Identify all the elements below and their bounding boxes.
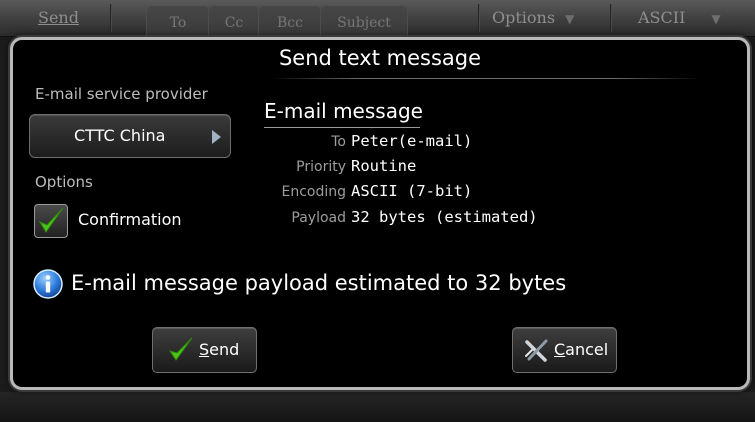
options-dropdown-label: Options xyxy=(492,8,556,27)
toolbar-divider xyxy=(110,4,112,32)
checkmark-icon xyxy=(38,207,64,233)
confirmation-checkbox[interactable] xyxy=(34,204,68,238)
detail-key-encoding: Encoding xyxy=(281,184,346,200)
toolbar-send-button[interactable]: Send xyxy=(38,0,79,36)
toolbar-divider xyxy=(610,4,612,32)
compose-toolbar: Send To Cc Bcc Subject Options ▼ ASCII ▼ xyxy=(0,0,755,37)
detail-value-encoding: ASCII (7-bit) xyxy=(351,182,473,200)
detail-value-to: Peter(e-mail) xyxy=(351,132,473,150)
provider-section-label: E-mail service provider xyxy=(35,85,208,103)
chevron-down-icon: ▼ xyxy=(711,12,721,26)
detail-key-payload: Payload xyxy=(291,210,346,226)
payload-info-message: E-mail message payload estimated to 32 b… xyxy=(71,271,567,295)
encoding-dropdown[interactable]: ASCII ▼ xyxy=(638,0,721,36)
detail-key-priority: Priority xyxy=(296,159,346,175)
bottom-bar xyxy=(0,392,755,422)
provider-selector-button[interactable]: CTTC China xyxy=(29,114,231,158)
title-divider xyxy=(271,78,701,79)
send-button[interactable]: Send xyxy=(152,327,257,373)
email-message-heading: E-mail message xyxy=(264,99,423,123)
cancel-button[interactable]: Cancel xyxy=(512,327,617,373)
tab-to[interactable]: To xyxy=(146,6,210,36)
options-section-label: Options xyxy=(35,173,93,191)
options-dropdown[interactable]: Options ▼ xyxy=(492,0,574,36)
send-button-label: Send xyxy=(199,340,240,359)
detail-value-priority: Routine xyxy=(351,157,417,175)
checkmark-icon xyxy=(168,337,193,361)
tab-cc[interactable]: Cc xyxy=(208,6,260,36)
tab-bcc[interactable]: Bcc xyxy=(258,6,322,36)
detail-key-to: To xyxy=(331,134,346,150)
send-text-message-dialog: Send text message E-mail service provide… xyxy=(10,37,750,390)
cross-icon xyxy=(525,339,548,362)
provider-value: CTTC China xyxy=(74,126,166,145)
tab-subject[interactable]: Subject xyxy=(320,6,408,36)
toolbar-divider xyxy=(478,4,480,32)
heading-underline xyxy=(264,127,420,128)
chevron-right-icon xyxy=(212,130,221,144)
chevron-down-icon: ▼ xyxy=(565,12,575,26)
confirmation-label: Confirmation xyxy=(78,210,182,229)
encoding-dropdown-label: ASCII xyxy=(638,8,686,27)
dialog-title: Send text message xyxy=(278,46,482,70)
detail-value-payload: 32 bytes (estimated) xyxy=(351,208,538,226)
cancel-button-label: Cancel xyxy=(554,340,609,359)
info-icon xyxy=(33,269,63,299)
